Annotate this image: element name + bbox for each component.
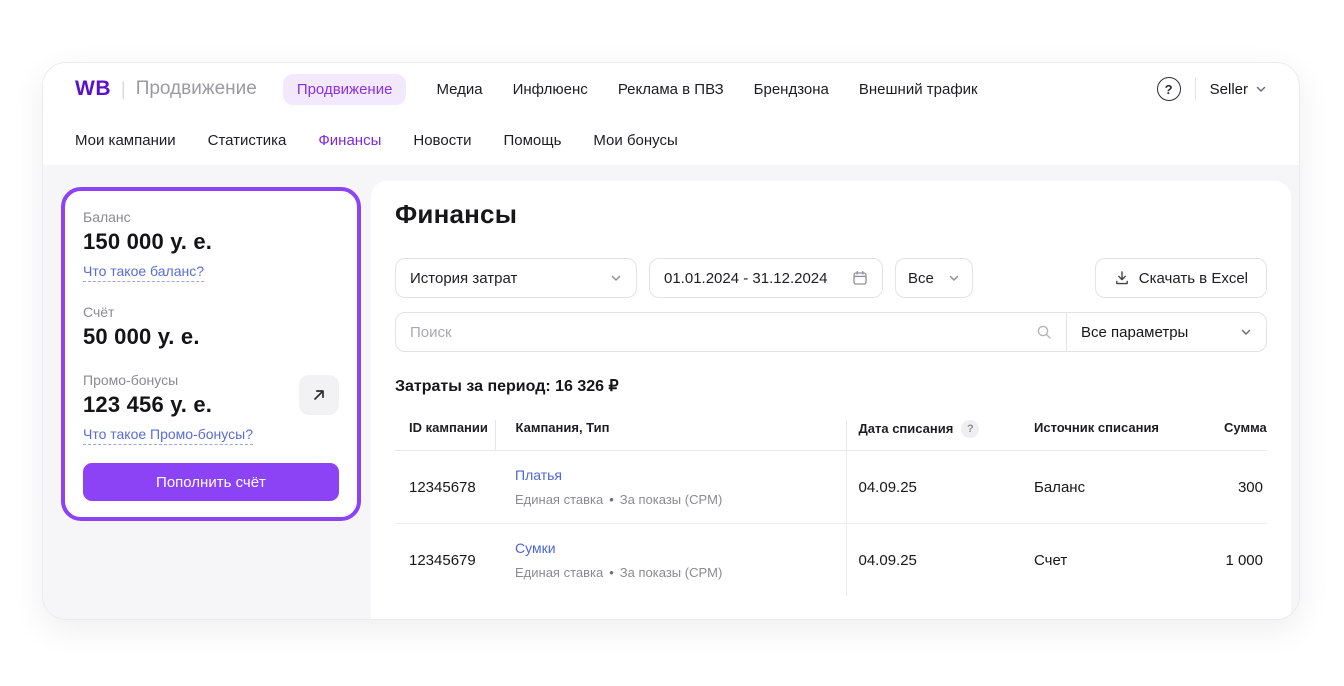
all-filter-select[interactable]: Все [895, 258, 973, 298]
top-nav-item-promotion[interactable]: Продвижение [283, 74, 407, 105]
cell-source: Баланс [1034, 451, 1224, 524]
header-divider [1195, 78, 1196, 100]
cell-campaign: Платья Единая ставка • За показы (CPM) [495, 451, 846, 524]
promo-value: 123 456 у. е. [83, 392, 212, 418]
bullet-separator: • [609, 492, 614, 507]
brand-logo[interactable]: WB | Продвижение [75, 77, 257, 101]
top-nav: WB | Продвижение Продвижение Медиа Инфлю… [75, 63, 1267, 115]
sub-nav-item-news[interactable]: Новости [413, 132, 471, 149]
all-params-value: Все параметры [1081, 324, 1188, 341]
history-type-select[interactable]: История затрат [395, 258, 637, 298]
header-right: ? Seller [1157, 77, 1267, 101]
search-icon [1036, 324, 1052, 340]
brand-product-name: Продвижение [136, 78, 257, 100]
promo-row: Промо-бонусы 123 456 у. е. [83, 372, 339, 418]
cell-campaign-id: 12345678 [395, 451, 495, 524]
promo-text: Промо-бонусы 123 456 у. е. [83, 372, 212, 418]
expenses-table-wrap: ID кампании Кампания, Тип Дата списания?… [395, 420, 1267, 596]
wb-logo: WB [75, 77, 111, 101]
campaign-pay-model: За показы (CPM) [620, 565, 722, 580]
col-header-sum: Сумма, у. е. [1224, 420, 1267, 451]
promo-label: Промо-бонусы [83, 372, 212, 388]
cell-date: 04.09.25 [846, 451, 1034, 524]
table-header-row: ID кампании Кампания, Тип Дата списания?… [395, 420, 1267, 451]
top-nav-item-external-traffic[interactable]: Внешний трафик [859, 81, 978, 98]
chevron-down-icon [948, 272, 960, 284]
expenses-table: ID кампании Кампания, Тип Дата списания?… [395, 420, 1267, 596]
balance-label: Баланс [83, 209, 339, 225]
period-total: Затраты за период: 16 326 ₽ [395, 376, 1267, 396]
table-row: 12345679 Сумки Единая ставка • За показы (… [395, 524, 1267, 597]
campaign-bid-type: Единая ставка [515, 565, 603, 580]
bullet-separator: • [609, 565, 614, 580]
finances-card: Финансы История затрат 01.01.2024 - 31.1… [371, 181, 1291, 620]
question-circle-icon[interactable]: ? [1157, 77, 1181, 101]
chevron-down-icon [1240, 326, 1252, 338]
cell-sum: 1 000 [1224, 524, 1267, 597]
campaign-name-link[interactable]: Платья [515, 467, 562, 483]
app-window: WB | Продвижение Продвижение Медиа Инфлю… [42, 62, 1300, 620]
sub-nav-item-help[interactable]: Помощь [503, 132, 561, 149]
history-type-value: История затрат [410, 270, 517, 287]
account-value: 50 000 у. е. [83, 324, 339, 350]
date-help-icon[interactable]: ? [961, 420, 979, 438]
sub-nav-item-statistics[interactable]: Статистика [208, 132, 287, 149]
top-nav-item-pvz-ads[interactable]: Реклама в ПВЗ [618, 81, 724, 98]
cell-campaign-id: 12345679 [395, 524, 495, 597]
download-excel-button[interactable]: Скачать в Excel [1095, 258, 1267, 298]
logo-divider: | [121, 79, 126, 100]
sub-nav-item-my-campaigns[interactable]: Мои кампании [75, 132, 176, 149]
cell-source: Счет [1034, 524, 1224, 597]
account-block: Счёт 50 000 у. е. [83, 304, 339, 350]
campaign-pay-model: За показы (CPM) [620, 492, 722, 507]
balance-card: Баланс 150 000 у. е. Что такое баланс? С… [61, 187, 361, 521]
sub-nav-item-finances[interactable]: Финансы [318, 132, 381, 149]
page-title: Финансы [395, 199, 1267, 230]
col-header-campaign-id: ID кампании [395, 420, 495, 451]
search-bar: Все параметры [395, 312, 1267, 352]
download-excel-label: Скачать в Excel [1139, 270, 1248, 287]
account-menu[interactable]: Seller [1210, 81, 1267, 98]
cell-sum: 300 [1224, 451, 1267, 524]
account-label: Seller [1210, 81, 1248, 98]
filters-row: История затрат 01.01.2024 - 31.12.2024 В… [395, 258, 1267, 298]
col-header-date: Дата списания? [846, 420, 1034, 451]
col-header-source: Источник списания [1034, 420, 1224, 451]
what-is-promo-link[interactable]: Что такое Промо-бонусы? [83, 426, 253, 445]
cell-campaign: Сумки Единая ставка • За показы (CPM) [495, 524, 846, 597]
sub-nav: Мои кампании Статистика Финансы Новости … [75, 115, 1267, 165]
sub-nav-item-my-bonuses[interactable]: Мои бонусы [593, 132, 677, 149]
balance-block: Баланс 150 000 у. е. Что такое баланс? [83, 209, 339, 282]
promo-block: Промо-бонусы 123 456 у. е. Что такое Про… [83, 372, 339, 445]
top-nav-item-media[interactable]: Медиа [436, 81, 482, 98]
calendar-icon [852, 270, 868, 286]
table-row: 12345678 Платья Единая ставка • За показы … [395, 451, 1267, 524]
topup-button[interactable]: Пополнить счёт [83, 463, 339, 501]
search-input[interactable] [396, 324, 1036, 341]
all-params-select[interactable]: Все параметры [1066, 313, 1266, 351]
promo-open-button[interactable] [299, 375, 339, 415]
top-nav-item-brandzone[interactable]: Брендзона [754, 81, 829, 98]
account-label: Счёт [83, 304, 339, 320]
download-icon [1114, 270, 1130, 286]
content-area: Баланс 150 000 у. е. Что такое баланс? С… [43, 165, 1299, 620]
balance-value: 150 000 у. е. [83, 229, 339, 255]
top-nav-item-influence[interactable]: Инфлюенс [513, 81, 588, 98]
campaign-type-line: Единая ставка • За показы (CPM) [515, 492, 846, 507]
col-header-date-label: Дата списания [859, 421, 954, 436]
top-nav-items: Продвижение Медиа Инфлюенс Реклама в ПВЗ… [283, 74, 978, 105]
campaign-type-line: Единая ставка • За показы (CPM) [515, 565, 846, 580]
cell-date: 04.09.25 [846, 524, 1034, 597]
chevron-down-icon [1255, 83, 1267, 95]
date-range-picker[interactable]: 01.01.2024 - 31.12.2024 [649, 258, 883, 298]
chevron-down-icon [610, 272, 622, 284]
date-range-value: 01.01.2024 - 31.12.2024 [664, 270, 827, 287]
campaign-name-link[interactable]: Сумки [515, 540, 556, 556]
what-is-balance-link[interactable]: Что такое баланс? [83, 263, 204, 282]
header: WB | Продвижение Продвижение Медиа Инфлю… [43, 63, 1299, 165]
campaign-bid-type: Единая ставка [515, 492, 603, 507]
col-header-campaign-type: Кампания, Тип [495, 420, 846, 451]
all-filter-value: Все [908, 270, 934, 287]
arrow-up-right-icon [310, 386, 328, 404]
